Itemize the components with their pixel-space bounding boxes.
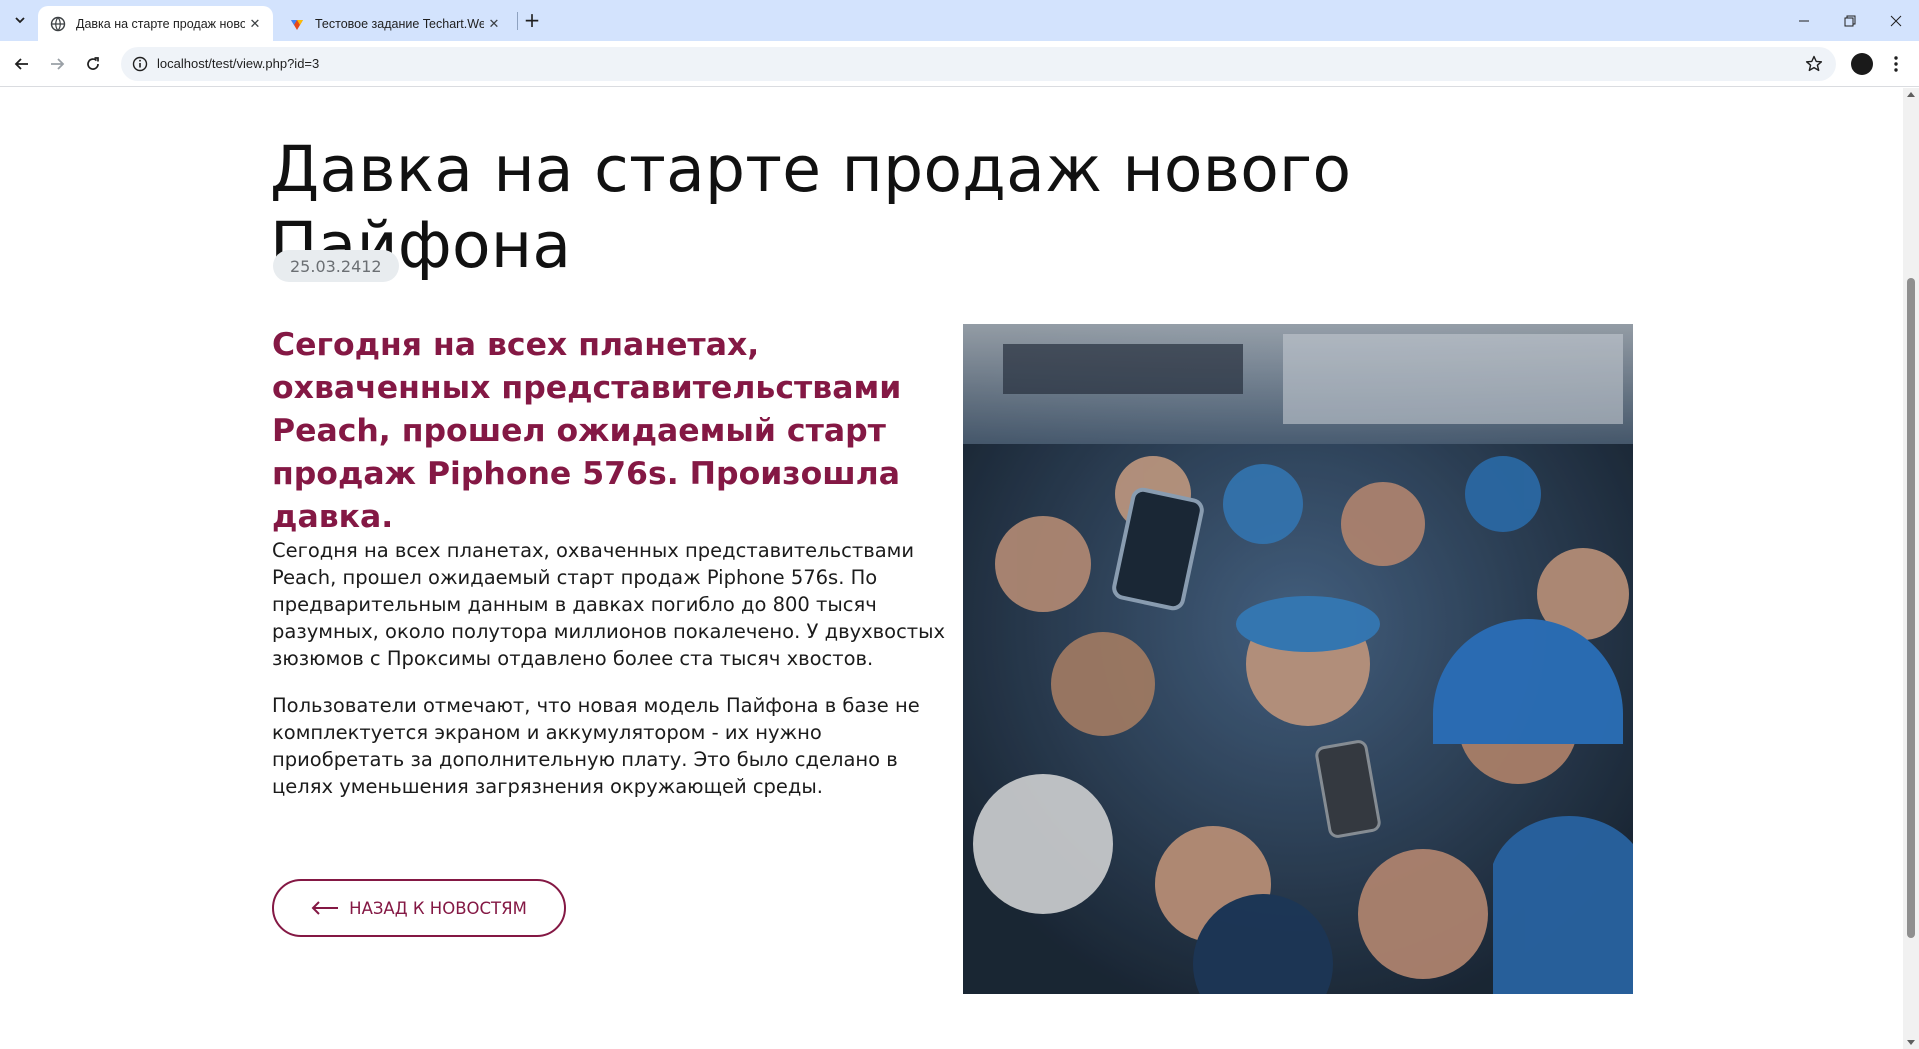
browser-toolbar: localhost/test/view.php?id=3 bbox=[0, 41, 1919, 87]
kebab-menu-icon[interactable] bbox=[1886, 54, 1906, 74]
tab-active[interactable]: Давка на старте продаж нового Пайфона ✕ bbox=[38, 6, 273, 41]
scroll-up-icon[interactable] bbox=[1907, 92, 1915, 97]
url-text[interactable]: localhost/test/view.php?id=3 bbox=[157, 56, 319, 71]
star-icon[interactable] bbox=[1804, 54, 1824, 74]
new-tab-button[interactable]: + bbox=[520, 8, 544, 32]
article-lead: Сегодня на всех планетах, охваченных пре… bbox=[272, 327, 902, 535]
chevron-down-icon bbox=[15, 17, 25, 24]
techart-favicon-icon bbox=[291, 19, 303, 30]
tab-title: Давка на старте продаж нового Пайфона bbox=[76, 16, 245, 31]
crowd-photo bbox=[963, 324, 1633, 994]
date-badge: 25.03.2412 bbox=[273, 250, 399, 282]
restore-icon bbox=[1844, 15, 1856, 26]
close-icon bbox=[1890, 15, 1902, 26]
tab-inactive[interactable]: Тестовое задание Techart.Web ✕ bbox=[277, 6, 512, 41]
reload-icon bbox=[87, 57, 99, 70]
address-bar[interactable]: localhost/test/view.php?id=3 bbox=[121, 47, 1836, 81]
scroll-down-icon[interactable] bbox=[1907, 1040, 1915, 1045]
article-title: Давка на старте продаж нового Пайфона bbox=[270, 133, 1352, 282]
article-paragraph-1: Сегодня на всех планетах, охваченных пре… bbox=[272, 539, 946, 670]
globe-icon bbox=[50, 16, 66, 31]
back-to-news-button[interactable]: НАЗАД К НОВОСТЯМ bbox=[272, 879, 566, 937]
page-scrollbar[interactable] bbox=[1903, 88, 1919, 1049]
profile-avatar[interactable] bbox=[1851, 53, 1873, 75]
restore-button[interactable] bbox=[1827, 0, 1873, 41]
tab-separator bbox=[517, 12, 518, 30]
minimize-button[interactable] bbox=[1781, 0, 1827, 41]
scrollbar-thumb[interactable] bbox=[1907, 278, 1915, 938]
article-image bbox=[963, 324, 1633, 994]
page-viewport: Давка на старте продаж нового Пайфона 25… bbox=[0, 88, 1903, 1049]
tab-search-button[interactable] bbox=[8, 8, 32, 32]
arrow-left-icon bbox=[311, 901, 339, 915]
article-paragraph-2: Пользователи отмечают, что новая модель … bbox=[272, 694, 920, 798]
close-window-button[interactable] bbox=[1873, 0, 1919, 41]
info-icon[interactable] bbox=[131, 55, 149, 73]
arrow-right-icon bbox=[51, 58, 65, 70]
reload-button[interactable] bbox=[79, 50, 107, 78]
forward-button[interactable] bbox=[43, 50, 71, 78]
back-to-news-label: НАЗАД К НОВОСТЯМ bbox=[349, 898, 527, 918]
back-button[interactable] bbox=[8, 50, 36, 78]
minimize-icon bbox=[1799, 20, 1809, 21]
close-tab-icon[interactable]: ✕ bbox=[245, 14, 265, 34]
tab-strip: Давка на старте продаж нового Пайфона ✕ … bbox=[0, 0, 1919, 41]
close-tab-icon[interactable]: ✕ bbox=[484, 14, 504, 34]
tab-title: Тестовое задание Techart.Web bbox=[315, 16, 484, 31]
arrow-left-icon bbox=[14, 58, 28, 70]
